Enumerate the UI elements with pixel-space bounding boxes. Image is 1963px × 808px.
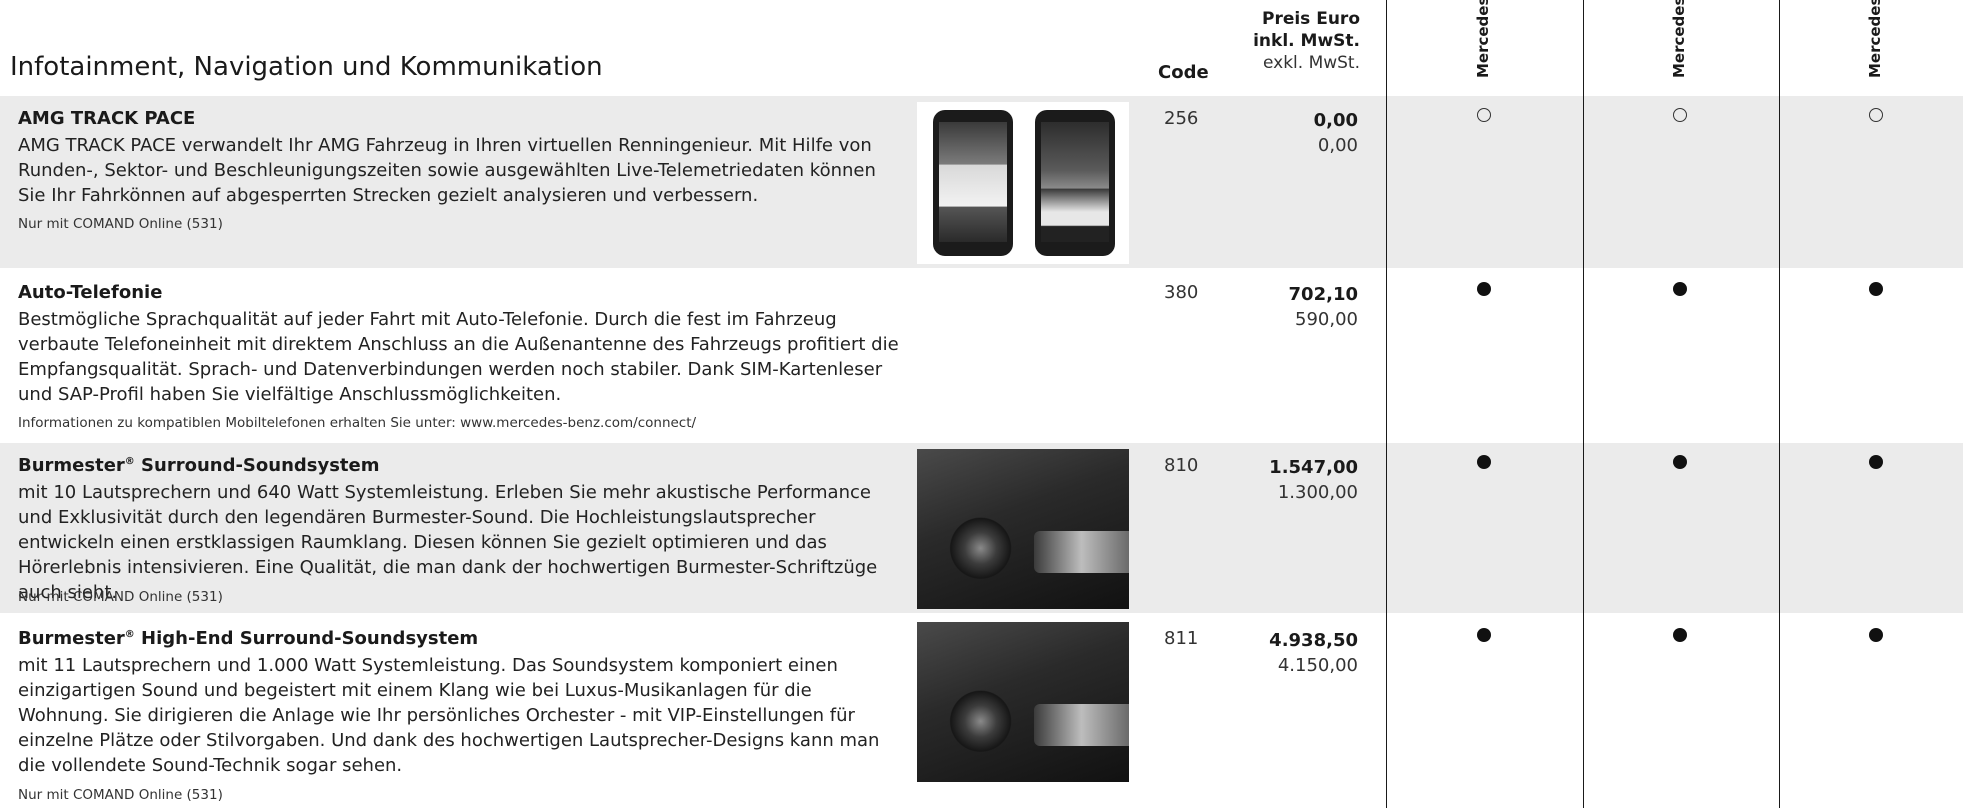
model-column-header: Mercedes xyxy=(1470,0,1500,78)
option-note: Informationen zu kompatiblen Mobiltelefo… xyxy=(18,415,697,431)
registered-mark: ® xyxy=(124,456,135,467)
optional-mark xyxy=(1869,108,1883,122)
option-row-burmester-surround: Burmester® Surround-Soundsystem mit 10 L… xyxy=(0,443,1963,613)
standard-mark xyxy=(1673,455,1687,469)
option-description: mit 10 Lautsprechern und 640 Watt System… xyxy=(18,482,878,603)
option-code: 380 xyxy=(1164,282,1199,303)
model-name: Mercedes xyxy=(1474,0,1492,78)
price-net: 4.150,00 xyxy=(1277,655,1358,676)
price-header-line3: exkl. MwSt. xyxy=(1262,53,1360,73)
price-header-line2: inkl. MwSt. xyxy=(1253,31,1360,51)
standard-mark xyxy=(1673,282,1687,296)
option-title: Burmester® Surround-Soundsystem xyxy=(18,455,380,476)
standard-mark xyxy=(1477,628,1491,642)
model-name: Mercedes xyxy=(1670,0,1688,78)
option-price: 702,10 590,00 xyxy=(1230,282,1358,332)
standard-mark xyxy=(1869,282,1883,296)
price-gross: 0,00 xyxy=(1313,110,1358,131)
section-title: Infotainment, Navigation und Kommunikati… xyxy=(10,52,603,82)
door-speaker-image xyxy=(917,622,1129,782)
option-price: 4.938,50 4.150,00 xyxy=(1230,628,1358,678)
option-title-rest: Surround-Soundsystem xyxy=(134,455,380,476)
price-list-page: Infotainment, Navigation und Kommunikati… xyxy=(0,0,1963,808)
price-gross: 4.938,50 xyxy=(1269,630,1358,651)
code-column-header: Code xyxy=(1158,62,1209,83)
option-title-brand: Burmester xyxy=(18,628,125,649)
option-row-amg-track-pace: AMG TRACK PACE AMG TRACK PACE verwandelt… xyxy=(0,96,1963,268)
price-net: 590,00 xyxy=(1295,309,1358,330)
phone-mockup xyxy=(933,110,1013,256)
standard-mark xyxy=(1673,628,1687,642)
option-note: Nur mit COMAND Online (531) xyxy=(18,787,223,803)
model-name: Mercedes xyxy=(1866,0,1884,78)
option-description: Bestmögliche Sprachqualität auf jeder Fa… xyxy=(18,309,899,405)
option-title: Auto-Telefonie xyxy=(18,282,163,303)
column-divider xyxy=(1779,0,1780,808)
option-code: 256 xyxy=(1164,108,1199,129)
option-code: 811 xyxy=(1164,628,1199,649)
price-net: 1.300,00 xyxy=(1277,482,1358,503)
standard-mark xyxy=(1869,455,1883,469)
phone-mockup xyxy=(1035,110,1115,256)
option-title: AMG TRACK PACE xyxy=(18,108,196,129)
column-divider xyxy=(1386,0,1387,808)
model-column-header: Mercedes xyxy=(1862,0,1892,78)
optional-mark xyxy=(1673,108,1687,122)
smartphone-app-image xyxy=(917,102,1129,264)
price-gross: 702,10 xyxy=(1288,284,1358,305)
standard-mark xyxy=(1477,282,1491,296)
option-note: Nur mit COMAND Online (531) xyxy=(18,589,223,605)
price-header-line1: Preis Euro xyxy=(1261,9,1360,29)
price-column-header: Preis Euro inkl. MwSt. exkl. MwSt. xyxy=(1230,8,1360,74)
standard-mark xyxy=(1477,455,1491,469)
price-net: 0,00 xyxy=(1317,135,1358,156)
door-speaker-image xyxy=(917,449,1129,609)
option-note: Nur mit COMAND Online (531) xyxy=(18,216,223,232)
option-price: 0,00 0,00 xyxy=(1230,108,1358,158)
column-divider xyxy=(1583,0,1584,808)
registered-mark: ® xyxy=(124,629,135,640)
option-title-brand: Burmester xyxy=(18,455,125,476)
option-row-auto-telefonie: Auto-Telefonie Bestmögliche Sprachqualit… xyxy=(0,270,1963,438)
option-description: AMG TRACK PACE verwandelt Ihr AMG Fahrze… xyxy=(18,135,876,206)
optional-mark xyxy=(1477,108,1491,122)
option-title: Burmester® High-End Surround-Soundsystem xyxy=(18,628,478,649)
option-code: 810 xyxy=(1164,455,1199,476)
price-gross: 1.547,00 xyxy=(1269,457,1358,478)
option-title-rest: High-End Surround-Soundsystem xyxy=(134,628,479,649)
option-row-burmester-high-end: Burmester® High-End Surround-Soundsystem… xyxy=(0,616,1963,808)
option-price: 1.547,00 1.300,00 xyxy=(1230,455,1358,505)
option-description: mit 11 Lautsprechern und 1.000 Watt Syst… xyxy=(18,655,880,776)
model-column-header: Mercedes xyxy=(1666,0,1696,78)
standard-mark xyxy=(1869,628,1883,642)
